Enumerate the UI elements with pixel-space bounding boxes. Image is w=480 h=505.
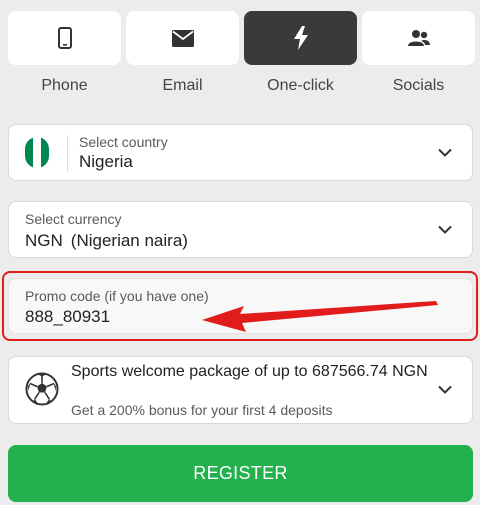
users-icon (407, 30, 430, 46)
tab-one-click-label: One-click (267, 77, 334, 94)
currency-select[interactable]: Select currency NGN (Nigerian naira) (8, 201, 473, 258)
tab-phone-box[interactable] (8, 11, 121, 65)
currency-name: (Nigerian naira) (70, 231, 188, 250)
red-arrow-icon (202, 301, 438, 332)
tab-socials-label: Socials (392, 77, 445, 94)
bonus-select[interactable]: Sports welcome package of up to 687566.7… (8, 356, 473, 424)
chevron-down-icon[interactable] (438, 225, 452, 234)
country-label: Select country (79, 134, 168, 150)
tab-email-box[interactable] (126, 11, 239, 65)
tab-email-label: Email (162, 77, 203, 94)
tab-one-click-box[interactable] (244, 11, 357, 65)
country-value: Nigeria (79, 152, 133, 171)
promo-code-value: 888_80931 (25, 307, 111, 326)
registration-method-tabs: Phone Email One-click Socials (8, 11, 475, 95)
currency-value: NGN (Nigerian naira) (25, 231, 188, 251)
tab-phone-label: Phone (41, 77, 88, 94)
currency-code: NGN (25, 231, 63, 250)
currency-label: Select currency (25, 211, 122, 227)
nigeria-flag-icon (25, 137, 49, 168)
country-select[interactable]: Select country Nigeria (8, 124, 473, 181)
envelope-icon (171, 29, 194, 47)
chevron-down-icon[interactable] (438, 385, 452, 395)
tab-socials[interactable]: Socials (362, 11, 475, 95)
divider (67, 135, 68, 172)
phone-icon (57, 27, 72, 49)
promo-code-label: Promo code (if you have one) (25, 288, 209, 304)
chevron-down-icon[interactable] (438, 148, 452, 157)
soccer-ball-icon (25, 372, 59, 406)
tab-socials-box[interactable] (362, 11, 475, 65)
tab-email[interactable]: Email (126, 11, 239, 95)
tab-one-click[interactable]: One-click (244, 11, 357, 95)
bonus-title: Sports welcome package of up to 687566.7… (71, 363, 428, 380)
tab-phone[interactable]: Phone (8, 11, 121, 95)
bonus-description: Get a 200% bonus for your first 4 deposi… (71, 402, 333, 418)
register-button[interactable]: REGISTER (8, 445, 473, 502)
lightning-icon (293, 26, 308, 50)
